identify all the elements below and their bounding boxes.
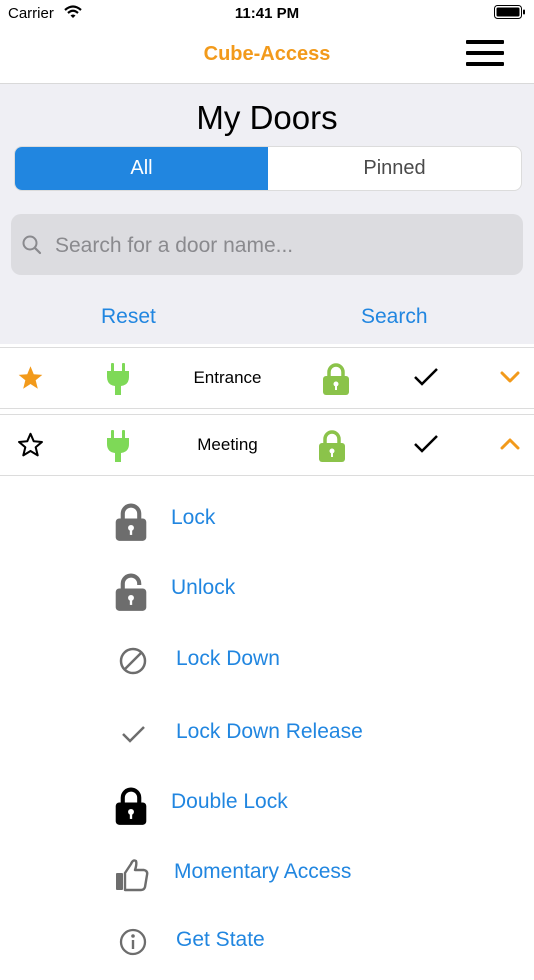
battery-icon (494, 5, 526, 25)
action-label: Lock (171, 506, 216, 529)
plug-icon (105, 362, 131, 401)
page-title: My Doors (196, 99, 338, 136)
segment-all[interactable]: All (15, 147, 268, 190)
status-bar: Carrier 11:41 PM (0, 0, 534, 28)
action-label: Lock Down Release (176, 720, 363, 743)
info-icon (114, 924, 148, 964)
thumbs-up-icon (114, 856, 149, 896)
action-label: Momentary Access (174, 860, 352, 883)
action-lock[interactable]: Lock (0, 502, 534, 558)
door-name: Meeting (197, 435, 258, 454)
star-filled-icon[interactable] (17, 365, 44, 396)
star-outline-icon[interactable] (17, 432, 44, 463)
lock-closed-icon (318, 429, 346, 468)
lock-closed-icon (114, 502, 148, 542)
action-lock-down-release[interactable]: Lock Down Release (0, 716, 534, 772)
lock-open-icon (114, 572, 148, 612)
chevron-up-icon[interactable] (500, 437, 520, 455)
action-lock-down[interactable]: Lock Down (0, 643, 534, 699)
action-label: Unlock (171, 576, 236, 599)
door-name: Entrance (193, 368, 262, 387)
chevron-down-icon[interactable] (500, 370, 520, 388)
lock-closed-black-icon (114, 786, 148, 826)
action-get-state[interactable]: Get State (0, 924, 534, 980)
action-label: Get State (176, 928, 265, 951)
action-double-lock[interactable]: Double Lock (0, 786, 534, 842)
lock-closed-icon (322, 362, 350, 401)
check-icon (114, 716, 148, 756)
segment-pinned[interactable]: Pinned (268, 147, 521, 190)
app-title: Cube-Access (203, 43, 331, 65)
status-time: 11:41 PM (234, 5, 300, 22)
nav-bar: Cube-Access (0, 28, 534, 84)
segmented-control: All Pinned (14, 146, 522, 191)
search-button[interactable]: Search (361, 305, 428, 329)
search-icon (22, 235, 42, 255)
check-icon (413, 434, 439, 459)
door-row[interactable]: Meeting (0, 414, 534, 476)
action-momentary-access[interactable]: Momentary Access (0, 856, 534, 912)
plug-icon (105, 429, 131, 468)
action-label: Double Lock (171, 790, 288, 813)
door-row[interactable]: Entrance (0, 347, 534, 409)
action-unlock[interactable]: Unlock (0, 572, 534, 628)
action-label: Lock Down (176, 647, 280, 670)
reset-button[interactable]: Reset (101, 305, 156, 329)
check-icon (413, 367, 439, 392)
search-input[interactable] (53, 228, 507, 264)
search-bar (11, 214, 523, 275)
hamburger-icon[interactable] (466, 40, 504, 68)
prohibit-icon (114, 643, 148, 683)
